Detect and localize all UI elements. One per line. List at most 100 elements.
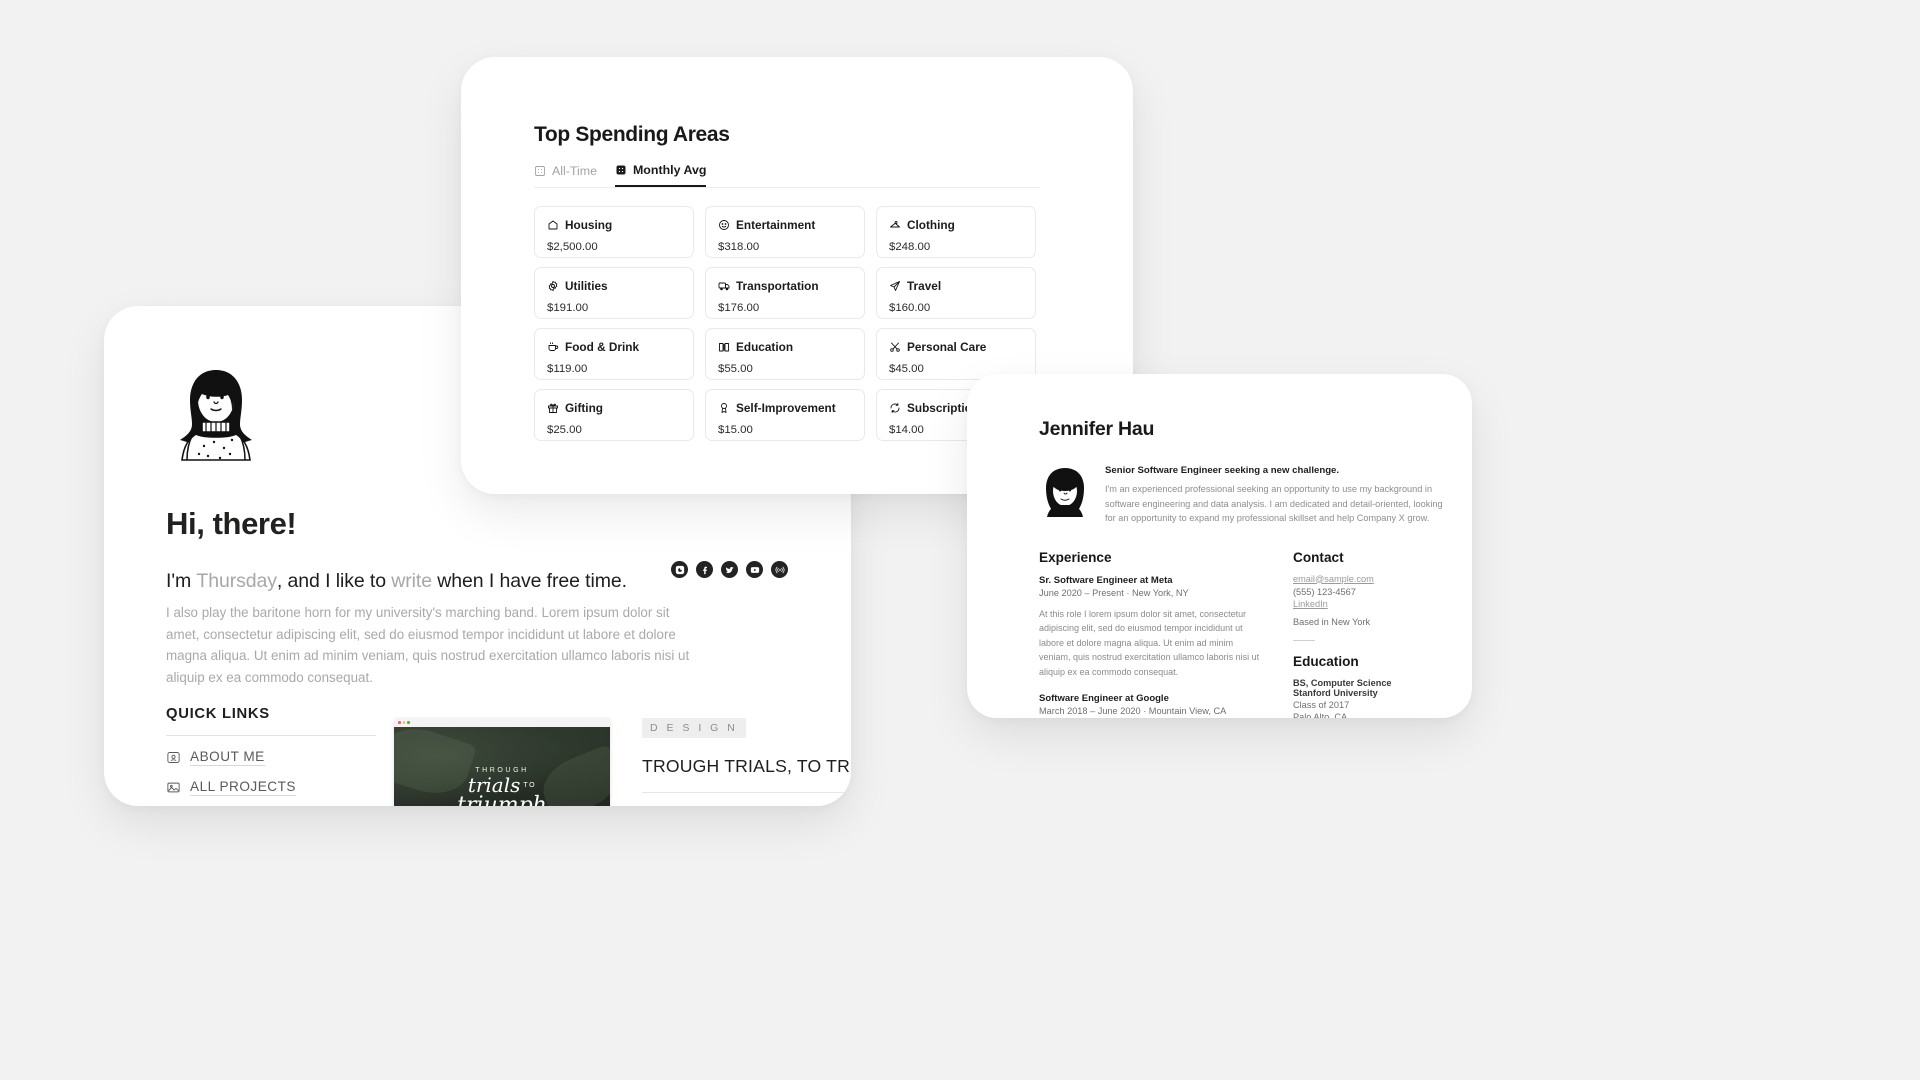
spending-title: Top Spending Areas <box>534 123 730 146</box>
spending-cell[interactable]: Clothing $248.00 <box>876 206 1036 258</box>
gallery-icon <box>167 782 180 793</box>
education-school: Stanford University <box>1293 687 1378 698</box>
experience-heading: Experience <box>1039 549 1112 565</box>
spending-cell[interactable]: Personal Care $45.00 <box>876 328 1036 380</box>
contact-location: Based in New York <box>1293 616 1371 627</box>
facebook-icon[interactable] <box>696 561 713 578</box>
resume-avatar <box>1039 465 1091 517</box>
cover-line-2-suffix: TO <box>523 782 537 789</box>
education-section: Education BS, Computer Science Stanford … <box>1293 654 1433 718</box>
bio-text: I also play the baritone horn for my uni… <box>166 605 690 686</box>
category-amount: $15.00 <box>718 424 753 436</box>
spending-cell[interactable]: Self-Improvement $15.00 <box>705 389 865 441</box>
post-divider <box>642 792 847 793</box>
twitter-icon[interactable] <box>721 561 738 578</box>
category-label: Gifting <box>565 401 604 415</box>
browser-chrome-bar <box>394 718 610 727</box>
category-amount: $191.00 <box>547 302 589 314</box>
spending-cell[interactable]: Entertainment $318.00 <box>705 206 865 258</box>
category-amount: $176.00 <box>718 302 760 314</box>
category-amount: $119.00 <box>547 363 588 375</box>
post-cover-caption: THROUGH trials TO triumph <box>394 767 610 806</box>
contact-email[interactable]: email@sample.com <box>1293 574 1433 584</box>
category-label: Self-Improvement <box>736 401 836 415</box>
post-title[interactable]: TROUGH TRIALS, TO TRIUMPH <box>642 756 851 777</box>
spending-cell[interactable]: Gifting $25.00 <box>534 389 694 441</box>
book-open-icon <box>719 343 729 352</box>
featured-post-meta: D E S I G N TROUGH TRIALS, TO TRIUMPH Lo… <box>642 718 851 806</box>
grid-icon <box>535 166 545 176</box>
resume-headline: Senior Software Engineer seeking a new c… <box>1105 465 1340 476</box>
job-meta: March 2018 – June 2020 · Mountain View, … <box>1039 706 1227 717</box>
featured-post-thumbnail[interactable]: THROUGH trials TO triumph <box>394 718 610 806</box>
category-amount: $160.00 <box>889 302 931 314</box>
resume-summary-block: Senior Software Engineer seeking a new c… <box>1039 465 1472 526</box>
tagline-verb: write <box>391 570 432 592</box>
avatar <box>170 364 262 468</box>
hanger-icon <box>890 221 900 228</box>
resume-name: Jennifer Hau <box>1039 418 1155 440</box>
tab-label: Monthly Avg <box>632 163 707 177</box>
tab-monthly-avg[interactable]: Monthly Avg <box>614 163 707 187</box>
coffee-icon <box>548 342 559 351</box>
rss-icon[interactable] <box>771 561 788 578</box>
quick-link-all-projects[interactable]: ALL PROJECTS <box>166 779 376 796</box>
contact-heading: Contact <box>1293 549 1344 565</box>
page-title: Hi, there! <box>166 506 297 541</box>
education-heading: Education <box>1293 653 1359 669</box>
resume-sidebar: Contact email@sample.com (555) 123-4567 … <box>1293 550 1433 718</box>
category-label: Travel <box>907 279 942 293</box>
gear-icon <box>548 280 558 292</box>
spending-cell[interactable]: Travel $160.00 <box>876 267 1036 319</box>
job-title: Software Engineer at Google <box>1039 693 1169 705</box>
instagram-icon[interactable] <box>671 561 688 578</box>
quick-link-label: ALL PROJECTS <box>190 779 296 796</box>
paper-plane-icon <box>890 281 900 291</box>
medal-icon <box>721 403 727 413</box>
home-icon <box>548 220 558 230</box>
category-label: Clothing <box>907 218 955 232</box>
spending-cell[interactable]: Utilities $191.00 <box>534 267 694 319</box>
category-amount: $318.00 <box>718 241 760 253</box>
quick-links-title: QUICK LINKS <box>166 706 270 722</box>
cover-line-3: triumph <box>457 793 547 807</box>
education-year: Class of 2017 <box>1293 699 1350 710</box>
gift-icon <box>548 403 558 413</box>
contact-phone: (555) 123-4567 <box>1293 586 1356 597</box>
job-description: At this role I lorem ipsum dolor sit ame… <box>1039 608 1260 677</box>
smiley-icon <box>719 220 729 230</box>
quick-link-about-me[interactable]: ABOUT ME <box>166 749 376 766</box>
cover-line-1: THROUGH <box>475 767 529 774</box>
education-degree: BS, Computer Science <box>1293 677 1392 688</box>
category-amount: $2,500.00 <box>547 241 598 253</box>
category-label: Personal Care <box>907 340 987 354</box>
spending-tabs: All-Time Monthly Avg <box>534 163 1040 188</box>
experience-item: Sr. Software Engineer at Meta June 2020 … <box>1039 575 1267 680</box>
grid-filled-icon <box>616 165 626 175</box>
category-amount: $248.00 <box>889 241 931 253</box>
resume-columns: Experience Sr. Software Engineer at Meta… <box>1039 550 1472 718</box>
tagline-name: Thursday <box>196 570 277 592</box>
spending-cell[interactable]: Food & Drink $119.00 <box>534 328 694 380</box>
experience-item: Software Engineer at Google March 2018 –… <box>1039 693 1267 718</box>
youtube-icon[interactable] <box>746 561 763 578</box>
refresh-icon <box>890 403 900 413</box>
tab-label: All-Time <box>552 164 597 178</box>
experience-section: Experience Sr. Software Engineer at Meta… <box>1039 550 1267 718</box>
tagline-part2: , and I like to <box>276 570 392 592</box>
contact-linkedin[interactable]: LinkedIn <box>1293 599 1433 609</box>
spending-cell[interactable]: Housing $2,500.00 <box>534 206 694 258</box>
tagline-part1: I'm <box>166 570 197 592</box>
category-label: Entertainment <box>736 218 816 232</box>
sidebar-divider <box>1293 639 1315 641</box>
tagline-part3: when I have free time. <box>431 570 627 592</box>
user-card-icon <box>167 752 180 763</box>
education-place: Palo Alto, CA <box>1293 711 1348 718</box>
resume-card: Jennifer Hau Senior Software Engineer se… <box>967 374 1472 718</box>
quick-links-section: QUICK LINKS ABOUT ME ALL PROJECTS JOURNA… <box>166 706 376 806</box>
post-category-badge[interactable]: D E S I G N <box>642 718 746 738</box>
spending-cell[interactable]: Transportation $176.00 <box>705 267 865 319</box>
job-meta: June 2020 – Present · New York, NY <box>1039 587 1189 598</box>
tab-all-time[interactable]: All-Time <box>534 163 597 187</box>
spending-cell[interactable]: Education $55.00 <box>705 328 865 380</box>
